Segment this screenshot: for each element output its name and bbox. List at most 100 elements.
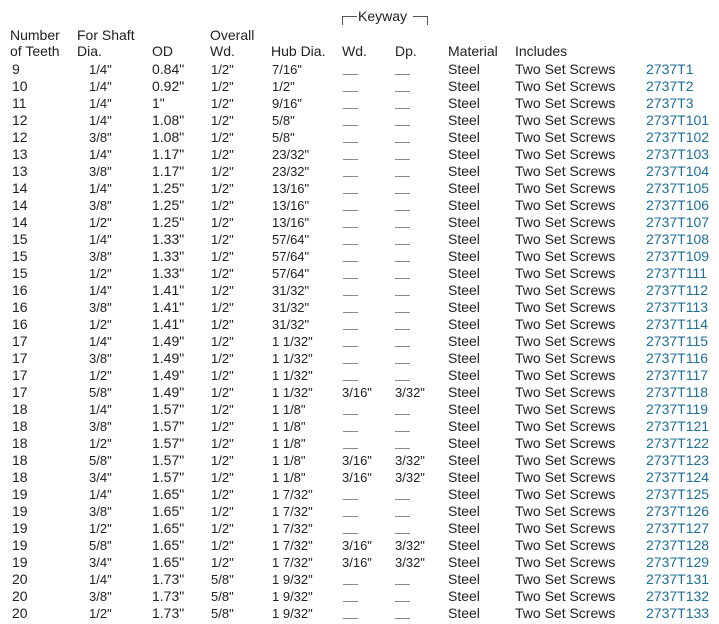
part-number-link[interactable]: 2737T106 <box>646 197 709 214</box>
cell-teeth: 20 <box>12 605 28 621</box>
cell-teeth: 18 <box>12 469 28 485</box>
part-number-link[interactable]: 2737T132 <box>646 588 709 605</box>
cell-od: 1" <box>152 95 165 111</box>
part-number-link[interactable]: 2737T101 <box>646 112 709 129</box>
cell-includes: Two Set Screws <box>515 214 616 230</box>
part-number-link[interactable]: 2737T104 <box>646 163 709 180</box>
cell-shaft-dia: 3/8" <box>89 419 112 434</box>
table-row: 14 3/8" 1.25" 1/2" 13/16" Steel Two Set Screws… <box>0 197 719 214</box>
part-number-link[interactable]: 2737T121 <box>646 418 709 435</box>
part-number-link[interactable]: 2737T114 <box>646 316 708 333</box>
empty-value-dash <box>343 74 358 75</box>
cell-hub-dia: 5/8" <box>272 130 295 145</box>
cell-shaft-dia: 3/8" <box>89 351 112 366</box>
cell-teeth: 12 <box>12 112 28 128</box>
table-row: 19 5/8" 1.65" 1/2" 1 7/32" 3/16" 3/32" Steel Two… <box>0 537 719 554</box>
cell-hub-dia: 1 1/8" <box>272 470 306 485</box>
cell-material: Steel <box>448 605 480 621</box>
part-number-link[interactable]: 2737T112 <box>646 282 708 299</box>
part-number-link[interactable]: 2737T128 <box>646 537 709 554</box>
cell-shaft-dia: 1/2" <box>89 317 112 332</box>
cell-overall-wd: 1/2" <box>211 198 234 213</box>
table-row: 19 1/2" 1.65" 1/2" 1 7/32" Steel Two Set Screw… <box>0 520 719 537</box>
empty-value-dash <box>395 414 410 415</box>
table-row: 17 1/2" 1.49" 1/2" 1 1/32" Steel Two Set Screw… <box>0 367 719 384</box>
cell-shaft-dia: 1/2" <box>89 368 112 383</box>
cell-hub-dia: 31/32" <box>272 283 310 298</box>
cell-includes: Two Set Screws <box>515 486 616 502</box>
cell-shaft-dia: 1/4" <box>89 62 112 77</box>
part-number-link[interactable]: 2737T122 <box>646 435 709 452</box>
part-number-link[interactable]: 2737T119 <box>646 401 708 418</box>
cell-overall-wd: 1/2" <box>211 385 234 400</box>
cell-keyway-dp: 3/32" <box>395 453 425 468</box>
part-number-link[interactable]: 2737T127 <box>646 520 709 537</box>
cell-teeth: 13 <box>12 163 28 179</box>
cell-overall-wd: 1/2" <box>211 555 234 570</box>
part-number-link[interactable]: 2737T125 <box>646 486 709 503</box>
header-material: Material <box>448 43 498 59</box>
cell-shaft-dia: 1/2" <box>89 436 112 451</box>
cell-shaft-dia: 1/4" <box>89 96 112 111</box>
part-number-link[interactable]: 2737T129 <box>646 554 709 571</box>
cell-includes: Two Set Screws <box>515 588 616 604</box>
empty-value-dash <box>343 176 358 177</box>
cell-hub-dia: 1 9/32" <box>272 606 313 621</box>
part-number-link[interactable]: 2737T111 <box>646 265 707 282</box>
cell-od: 1.41" <box>152 316 185 332</box>
cell-material: Steel <box>448 435 480 451</box>
part-number-link[interactable]: 2737T126 <box>646 503 709 520</box>
part-number-link[interactable]: 2737T133 <box>646 605 709 622</box>
cell-hub-dia: 1 9/32" <box>272 572 313 587</box>
cell-overall-wd: 1/2" <box>211 402 234 417</box>
cell-teeth: 15 <box>12 248 28 264</box>
cell-overall-wd: 1/2" <box>211 79 234 94</box>
cell-overall-wd: 1/2" <box>211 521 234 536</box>
cell-overall-wd: 1/2" <box>211 300 234 315</box>
part-number-link[interactable]: 2737T118 <box>646 384 708 401</box>
cell-od: 1.17" <box>152 146 185 162</box>
part-number-link[interactable]: 2737T117 <box>646 367 708 384</box>
part-number-link[interactable]: 2737T115 <box>646 333 708 350</box>
part-number-link[interactable]: 2737T102 <box>646 129 709 146</box>
cell-od: 1.49" <box>152 350 185 366</box>
part-number-link[interactable]: 2737T1 <box>646 61 693 78</box>
cell-overall-wd: 1/2" <box>211 538 234 553</box>
part-number-link[interactable]: 2737T107 <box>646 214 709 231</box>
cell-keyway-wd: 3/16" <box>342 470 372 485</box>
part-number-link[interactable]: 2737T108 <box>646 231 709 248</box>
cell-includes: Two Set Screws <box>515 333 616 349</box>
part-number-link[interactable]: 2737T109 <box>646 248 709 265</box>
cell-overall-wd: 1/2" <box>211 113 234 128</box>
empty-value-dash <box>395 448 410 449</box>
header-hub-dia: Hub Dia. <box>271 43 326 59</box>
cell-hub-dia: 1 1/32" <box>272 351 313 366</box>
cell-teeth: 17 <box>12 384 28 400</box>
part-number-link[interactable]: 2737T105 <box>646 180 709 197</box>
part-number-link[interactable]: 2737T116 <box>646 350 708 367</box>
part-number-link[interactable]: 2737T2 <box>646 78 693 95</box>
cell-od: 1.49" <box>152 333 185 349</box>
cell-od: 1.65" <box>152 520 185 536</box>
cell-includes: Two Set Screws <box>515 129 616 145</box>
part-number-link[interactable]: 2737T123 <box>646 452 709 469</box>
cell-keyway-wd: 3/16" <box>342 538 372 553</box>
part-number-link[interactable]: 2737T3 <box>646 95 693 112</box>
cell-shaft-dia: 1/4" <box>89 283 112 298</box>
empty-value-dash <box>395 431 410 432</box>
cell-includes: Two Set Screws <box>515 231 616 247</box>
header-keyway-wd: Wd. <box>342 43 367 59</box>
part-number-link[interactable]: 2737T124 <box>646 469 709 486</box>
part-number-link[interactable]: 2737T113 <box>646 299 708 316</box>
empty-value-dash <box>343 91 358 92</box>
empty-value-dash <box>395 244 410 245</box>
cell-shaft-dia: 1/4" <box>89 113 112 128</box>
table-row: 11 1/4" 1" 1/2" 9/16" Steel Two Set Screws 2737… <box>0 95 719 112</box>
cell-overall-wd: 1/2" <box>211 130 234 145</box>
part-number-link[interactable]: 2737T103 <box>646 146 709 163</box>
empty-value-dash <box>395 601 410 602</box>
cell-material: Steel <box>448 265 480 281</box>
cell-material: Steel <box>448 367 480 383</box>
cell-teeth: 20 <box>12 571 28 587</box>
part-number-link[interactable]: 2737T131 <box>646 571 709 588</box>
